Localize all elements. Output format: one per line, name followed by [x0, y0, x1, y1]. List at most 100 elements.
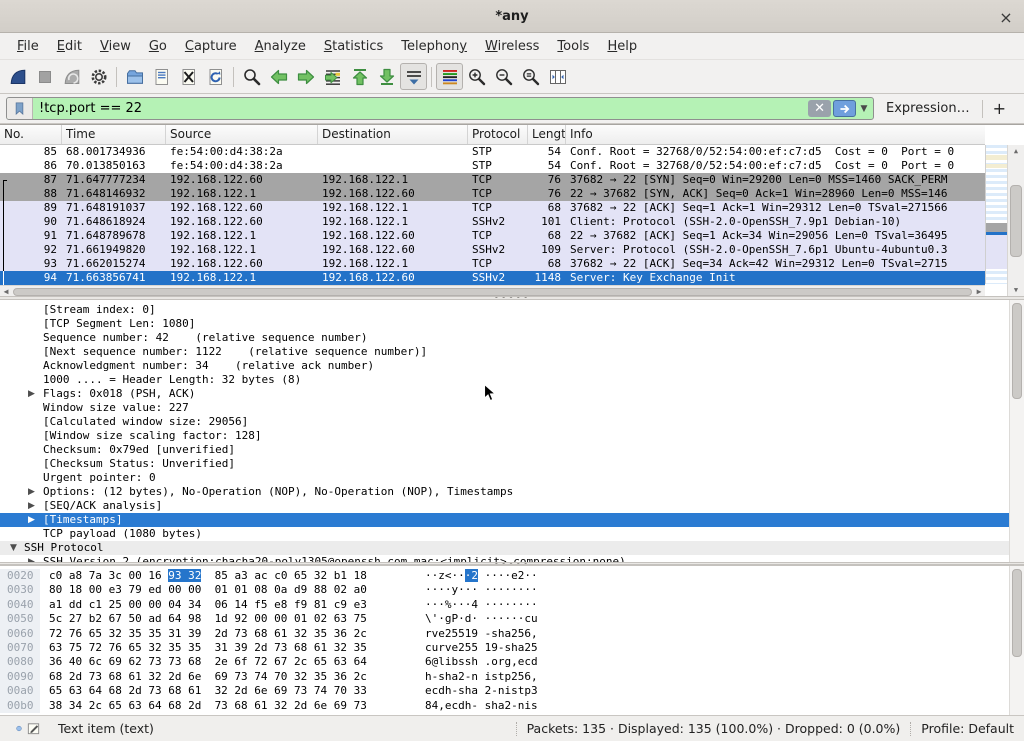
menu-statistics[interactable]: Statistics [315, 35, 392, 58]
display-filter-input[interactable] [33, 98, 807, 119]
menu-edit[interactable]: Edit [48, 35, 91, 58]
resize-columns-button[interactable] [544, 63, 571, 90]
detail-line[interactable]: [Stream index: 0] [0, 303, 1024, 317]
detail-line[interactable]: Window size value: 227 [0, 401, 1024, 415]
menu-go[interactable]: Go [140, 35, 176, 58]
packet-row-87[interactable]: 8771.647777234192.168.122.60192.168.122.… [0, 173, 985, 187]
menu-tools[interactable]: Tools [548, 35, 598, 58]
open-file-button[interactable] [121, 63, 148, 90]
hex-row-0050[interactable]: 00505c 27 b2 67 50 ad 64 98 1d 92 00 00 … [0, 612, 1024, 626]
detail-line[interactable]: [Checksum Status: Unverified] [0, 457, 1024, 471]
reload-file-button[interactable] [202, 63, 229, 90]
vscrollbar-trough[interactable] [1008, 157, 1024, 284]
intelligent-scrollbar-minimap[interactable] [985, 145, 1007, 284]
filter-apply-button[interactable] [833, 100, 856, 117]
packet-row-86[interactable]: 8670.013850163fe:54:00:d4:38:2aSTP54Conf… [0, 159, 985, 173]
expand-expander-icon[interactable]: ▶ [28, 485, 35, 499]
detail-line[interactable]: 1000 .... = Header Length: 32 bytes (8) [0, 373, 1024, 387]
column-header-length[interactable]: Length [528, 125, 566, 144]
scroll-left-icon[interactable]: ◀ [0, 287, 12, 296]
expression-button[interactable]: Expression… [874, 101, 982, 116]
packet-row-94[interactable]: 9471.663856741192.168.122.1192.168.122.6… [0, 271, 985, 285]
vscrollbar-thumb[interactable] [1010, 185, 1022, 257]
stop-capture-button[interactable] [31, 63, 58, 90]
details-vscrollbar[interactable] [1009, 300, 1024, 562]
expand-expander-icon[interactable]: ▶ [28, 499, 35, 513]
filter-bookmark-button[interactable] [7, 98, 33, 119]
expert-info-button[interactable] [0, 720, 22, 738]
go-forward-button[interactable] [292, 63, 319, 90]
column-header-protocol[interactable]: Protocol [468, 125, 528, 144]
hex-row-0040[interactable]: 0040a1 dd c1 25 00 00 04 34 06 14 f5 e8 … [0, 598, 1024, 612]
detail-line[interactable]: Urgent pointer: 0 [0, 471, 1024, 485]
expand-expander-icon[interactable]: ▶ [28, 555, 35, 562]
hex-row-00b0[interactable]: 00b038 34 2c 65 63 64 68 2d 73 68 61 32 … [0, 699, 1024, 713]
scroll-down-icon[interactable]: ▼ [1008, 284, 1024, 296]
wireshark-start-button[interactable] [4, 63, 31, 90]
detail-line[interactable]: ▶[Timestamps] [0, 513, 1024, 527]
detail-line[interactable]: [Window size scaling factor: 128] [0, 429, 1024, 443]
menu-analyze[interactable]: Analyze [246, 35, 315, 58]
packet-row-89[interactable]: 8971.648191037192.168.122.60192.168.122.… [0, 201, 985, 215]
zoom-out-button[interactable] [490, 63, 517, 90]
column-header-info[interactable]: Info [566, 125, 985, 144]
packet-row-92[interactable]: 9271.661949820192.168.122.1192.168.122.6… [0, 243, 985, 257]
packet-row-90[interactable]: 9071.648618924192.168.122.60192.168.122.… [0, 215, 985, 229]
packet-list-hscrollbar[interactable]: ◀ ▶ [0, 285, 985, 296]
collapse-expander-icon[interactable]: ▼ [10, 541, 17, 555]
hscrollbar-thumb[interactable] [13, 288, 972, 296]
colorize-button[interactable] [436, 63, 463, 90]
detail-line[interactable]: Acknowledgment number: 34 (relative ack … [0, 359, 1024, 373]
detail-line[interactable]: Sequence number: 42 (relative sequence n… [0, 331, 1024, 345]
packet-row-88[interactable]: 8871.648146932192.168.122.1192.168.122.6… [0, 187, 985, 201]
expand-expander-icon[interactable]: ▶ [28, 387, 35, 401]
expand-expander-icon[interactable]: ▶ [28, 513, 35, 527]
zoom-100-button[interactable] [517, 63, 544, 90]
details-vscrollbar-thumb[interactable] [1012, 303, 1022, 399]
hex-row-0060[interactable]: 006072 76 65 32 35 35 31 39 2d 73 68 61 … [0, 627, 1024, 641]
filter-history-dropdown[interactable]: ▼ [857, 98, 871, 119]
hex-row-0080[interactable]: 008036 40 6c 69 62 73 73 68 2e 6f 72 67 … [0, 655, 1024, 669]
auto-scroll-button[interactable] [400, 63, 427, 90]
column-header-no[interactable]: No. [0, 125, 62, 144]
detail-line[interactable]: ▶[SEQ/ACK analysis] [0, 499, 1024, 513]
menu-capture[interactable]: Capture [176, 35, 246, 58]
packet-row-85[interactable]: 8568.001734936fe:54:00:d4:38:2aSTP54Conf… [0, 145, 985, 159]
hex-row-0020[interactable]: 0020c0 a8 7a 3c 00 16 93 32 85 a3 ac c0 … [0, 569, 1024, 583]
detail-line[interactable]: Checksum: 0x79ed [unverified] [0, 443, 1024, 457]
zoom-in-button[interactable] [463, 63, 490, 90]
bytes-vscrollbar[interactable] [1009, 566, 1024, 715]
capture-options-button[interactable] [85, 63, 112, 90]
menu-help[interactable]: Help [598, 35, 646, 58]
profile-text[interactable]: Profile: Default [921, 721, 1024, 736]
packet-list-vscrollbar[interactable]: ▲ ▼ [1007, 145, 1024, 296]
go-to-packet-button[interactable] [319, 63, 346, 90]
go-last-button[interactable] [373, 63, 400, 90]
column-header-source[interactable]: Source [166, 125, 318, 144]
hex-row-0090[interactable]: 009068 2d 73 68 61 32 2d 6e 69 73 74 70 … [0, 670, 1024, 684]
bytes-vscrollbar-thumb[interactable] [1012, 569, 1022, 657]
menu-view[interactable]: View [91, 35, 140, 58]
hex-row-00a0[interactable]: 00a065 63 64 68 2d 73 68 61 32 2d 6e 69 … [0, 684, 1024, 698]
detail-line[interactable]: [Calculated window size: 29056] [0, 415, 1024, 429]
detail-line[interactable]: ▶SSH Version 2 (encryption:chacha20-poly… [0, 555, 1024, 562]
detail-line[interactable]: [Next sequence number: 1122 (relative se… [0, 345, 1024, 359]
packet-row-91[interactable]: 9171.648789678192.168.122.1192.168.122.6… [0, 229, 985, 243]
packet-row-93[interactable]: 9371.662015274192.168.122.60192.168.122.… [0, 257, 985, 271]
column-header-destination[interactable]: Destination [318, 125, 468, 144]
save-file-button[interactable] [148, 63, 175, 90]
menu-telephony[interactable]: Telephony [392, 35, 476, 58]
find-packet-button[interactable] [238, 63, 265, 90]
close-icon[interactable]: × [996, 7, 1016, 27]
detail-line[interactable]: ▶Options: (12 bytes), No-Operation (NOP)… [0, 485, 1024, 499]
column-header-time[interactable]: Time [62, 125, 166, 144]
close-file-button[interactable] [175, 63, 202, 90]
detail-line[interactable]: TCP payload (1080 bytes) [0, 527, 1024, 541]
menu-wireless[interactable]: Wireless [476, 35, 548, 58]
restart-capture-button[interactable] [58, 63, 85, 90]
menu-file[interactable]: File [8, 35, 48, 58]
go-back-button[interactable] [265, 63, 292, 90]
hex-row-0030[interactable]: 003080 18 00 e3 79 ed 00 00 01 01 08 0a … [0, 583, 1024, 597]
hex-row-0070[interactable]: 007063 75 72 76 65 32 35 35 31 39 2d 73 … [0, 641, 1024, 655]
detail-line[interactable]: [TCP Segment Len: 1080] [0, 317, 1024, 331]
